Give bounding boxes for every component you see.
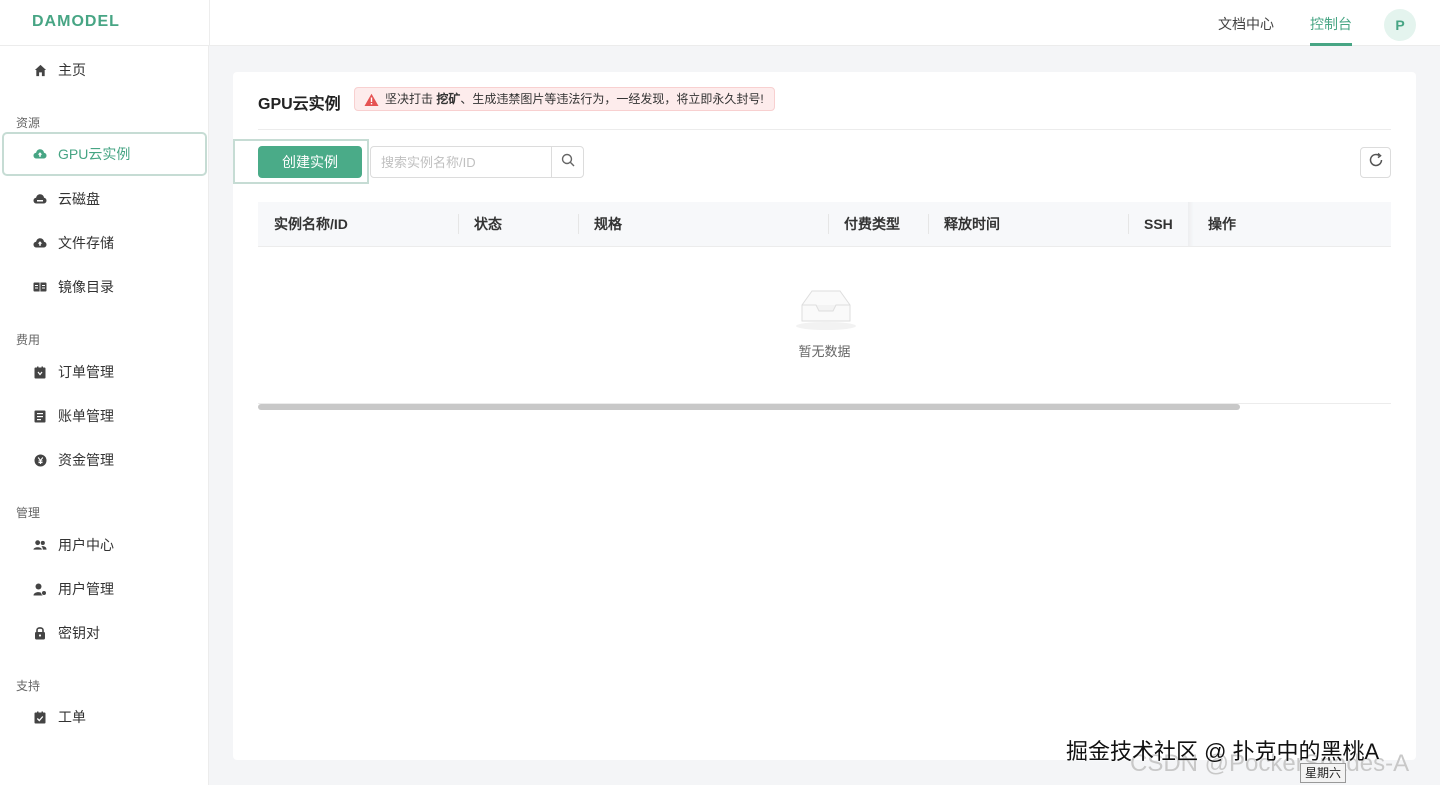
refresh-button[interactable]	[1360, 147, 1391, 178]
search-box	[370, 146, 584, 178]
order-icon	[33, 365, 47, 379]
warning-text-pre: 坚决打击	[385, 92, 437, 106]
column-header-name: 实例名称/ID	[274, 216, 348, 232]
sidebar-item-disk[interactable]: 云磁盘	[0, 177, 209, 221]
logo[interactable]: DAMODEL	[32, 13, 120, 31]
refresh-icon	[1368, 152, 1384, 173]
users-icon	[33, 538, 47, 552]
user-settings-icon	[33, 582, 47, 596]
column-separator	[928, 214, 929, 234]
sidebar-item-orders[interactable]: 订单管理	[0, 350, 209, 394]
book-icon	[33, 280, 47, 294]
column-separator	[828, 214, 829, 234]
lock-icon	[33, 626, 47, 640]
column-header-billing-type: 付费类型	[844, 216, 900, 232]
ticket-check-icon	[33, 710, 47, 724]
sidebar-item-label: 密钥对	[58, 625, 100, 641]
sidebar-item-label: 用户管理	[58, 581, 114, 597]
sidebar-item-user-manage[interactable]: 用户管理	[0, 567, 209, 611]
sidebar-item-keypair[interactable]: 密钥对	[0, 611, 209, 655]
sidebar-item-label: 订单管理	[58, 364, 114, 380]
column-header-release-time: 释放时间	[944, 216, 1000, 232]
sidebar-group-resources: 资源	[16, 116, 41, 130]
sidebar-group-management: 管理	[16, 506, 41, 520]
warning-text-bold: 挖矿	[436, 92, 461, 106]
fixed-column-shadow	[1188, 202, 1194, 246]
column-header-spec: 规格	[594, 216, 622, 232]
warning-text-post: 、生成违禁图片等违法行为，一经发现，将立即永久封号!	[460, 92, 764, 106]
home-icon	[33, 63, 47, 77]
sidebar-item-gpu[interactable]: GPU云实例	[2, 132, 207, 176]
sidebar-item-label: 云磁盘	[58, 191, 100, 207]
empty-inbox-icon	[794, 287, 858, 331]
weekday-tooltip: 星期六	[1300, 763, 1347, 783]
sidebar-item-ticket[interactable]: 工单	[0, 695, 209, 739]
column-separator	[458, 214, 459, 234]
search-input[interactable]	[371, 147, 551, 177]
watermark-juejin: 掘金技术社区 @ 扑克中的黑桃A	[1066, 739, 1380, 764]
column-separator	[578, 214, 579, 234]
sidebar-item-label: 主页	[58, 62, 86, 78]
sidebar-item-label: 工单	[58, 709, 86, 725]
nav-active-indicator	[1310, 43, 1352, 46]
warning-icon	[364, 92, 379, 106]
sidebar-item-label: 资金管理	[58, 452, 114, 468]
sidebar-item-label: GPU云实例	[58, 146, 131, 162]
sidebar-item-label: 文件存储	[58, 235, 114, 251]
column-header-actions: 操作	[1208, 216, 1236, 232]
sidebar-item-home[interactable]: 主页	[0, 48, 209, 92]
cloud-storage-icon	[33, 236, 47, 250]
create-instance-button[interactable]: 创建实例	[258, 146, 362, 178]
yen-coin-icon	[33, 453, 47, 467]
horizontal-scrollbar[interactable]	[258, 404, 1240, 410]
sidebar-item-funds[interactable]: 资金管理	[0, 438, 209, 482]
header-divider	[209, 0, 210, 46]
sidebar: 主页 资源 GPU云实例 云磁盘 文件存储 镜像目录 费用 订单管理 账单管理 …	[0, 46, 209, 785]
card-divider	[258, 129, 1391, 130]
sidebar-item-images[interactable]: 镜像目录	[0, 265, 209, 309]
sidebar-item-bills[interactable]: 账单管理	[0, 394, 209, 438]
sidebar-group-billing: 费用	[16, 333, 41, 347]
sidebar-item-files[interactable]: 文件存储	[0, 221, 209, 265]
sidebar-item-label: 账单管理	[58, 408, 114, 424]
warning-banner: 坚决打击 挖矿、生成违禁图片等违法行为，一经发现，将立即永久封号!	[354, 87, 775, 111]
column-separator	[1128, 214, 1129, 234]
search-icon	[561, 153, 575, 172]
nav-console-link[interactable]: 控制台	[1310, 14, 1352, 34]
search-button[interactable]	[551, 147, 583, 177]
top-header: DAMODEL 文档中心 控制台 P	[0, 0, 1440, 46]
table-header: 实例名称/ID 状态 规格 付费类型 释放时间 SSH 操作	[258, 202, 1391, 247]
bill-icon	[33, 409, 47, 423]
sidebar-group-support: 支持	[16, 679, 41, 693]
empty-state-text: 暂无数据	[798, 344, 851, 359]
cloud-upload-icon	[33, 147, 47, 161]
sidebar-item-label: 镜像目录	[58, 279, 114, 295]
cloud-disk-icon	[33, 192, 47, 206]
column-header-status: 状态	[474, 216, 502, 232]
main-card: GPU云实例 坚决打击 挖矿、生成违禁图片等违法行为，一经发现，将立即永久封号!…	[233, 72, 1416, 760]
avatar[interactable]: P	[1384, 9, 1416, 41]
page-title: GPU云实例	[258, 96, 341, 113]
sidebar-item-user-center[interactable]: 用户中心	[0, 523, 209, 567]
sidebar-item-label: 用户中心	[58, 537, 114, 553]
nav-docs-link[interactable]: 文档中心	[1218, 14, 1274, 34]
column-header-ssh: SSH	[1144, 216, 1173, 232]
